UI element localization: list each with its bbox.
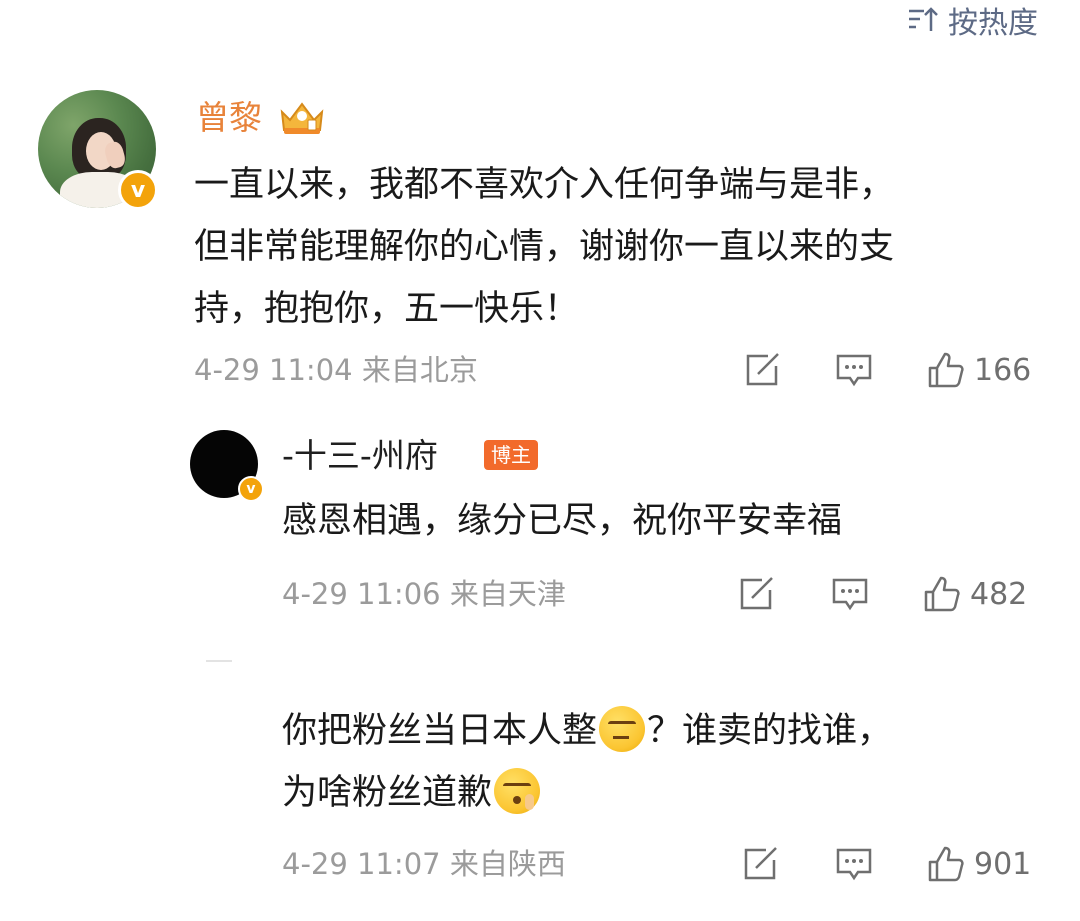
comment-text: 你把粉丝当日本人整 ？谁卖的找谁， 为啥粉丝道歉: [282, 700, 892, 824]
comment-icon: [836, 848, 872, 881]
crown-badge-icon: [280, 102, 324, 134]
share-button[interactable]: [740, 844, 780, 884]
like-button[interactable]: 901: [926, 844, 1031, 884]
sort-label: 按热度: [948, 6, 1038, 41]
comment-meta: 4-29 11:04 来自北京: [194, 353, 478, 387]
share-button[interactable]: [736, 574, 776, 614]
reply-button[interactable]: [834, 350, 874, 390]
smirk-emoji-icon: [599, 706, 646, 752]
like-count: 166: [974, 352, 1032, 388]
reply-text: 感恩相遇，缘分已尽，祝你平安幸福: [282, 501, 843, 541]
like-count: 482: [970, 576, 1028, 612]
thumbs-up-icon: [928, 846, 964, 882]
reply-button[interactable]: [834, 844, 874, 884]
verified-badge-icon: v: [238, 476, 264, 502]
reply-button[interactable]: [830, 574, 870, 614]
blogger-tag: 博主: [484, 440, 538, 470]
thumbs-up-icon: [924, 576, 960, 612]
share-icon: [746, 353, 779, 386]
sort-icon: [909, 7, 938, 31]
shush-emoji-icon: [494, 768, 541, 814]
comment-text: 一直以来，我都不喜欢介入任何争端与是非， 但非常能理解你的心情，谢谢你一直以来的…: [194, 165, 895, 329]
divider: [206, 660, 232, 662]
like-count: 901: [974, 846, 1032, 882]
thumbs-up-icon: [928, 352, 964, 388]
share-button[interactable]: [742, 350, 782, 390]
like-button[interactable]: 482: [922, 574, 1027, 614]
sort-by-hot-button[interactable]: 按热度: [906, 0, 1038, 41]
comment-icon: [832, 578, 868, 611]
comment-meta: 4-29 11:07 来自陕西: [282, 847, 566, 881]
comment-icon: [836, 354, 872, 387]
share-icon: [744, 847, 777, 880]
like-button[interactable]: 166: [926, 350, 1031, 390]
reply-username[interactable]: -十三-州府: [282, 436, 438, 476]
share-icon: [740, 577, 773, 610]
verified-badge-icon: v: [118, 170, 158, 210]
comment-username[interactable]: 曾黎: [196, 98, 262, 138]
reply-meta: 4-29 11:06 来自天津: [282, 577, 566, 611]
